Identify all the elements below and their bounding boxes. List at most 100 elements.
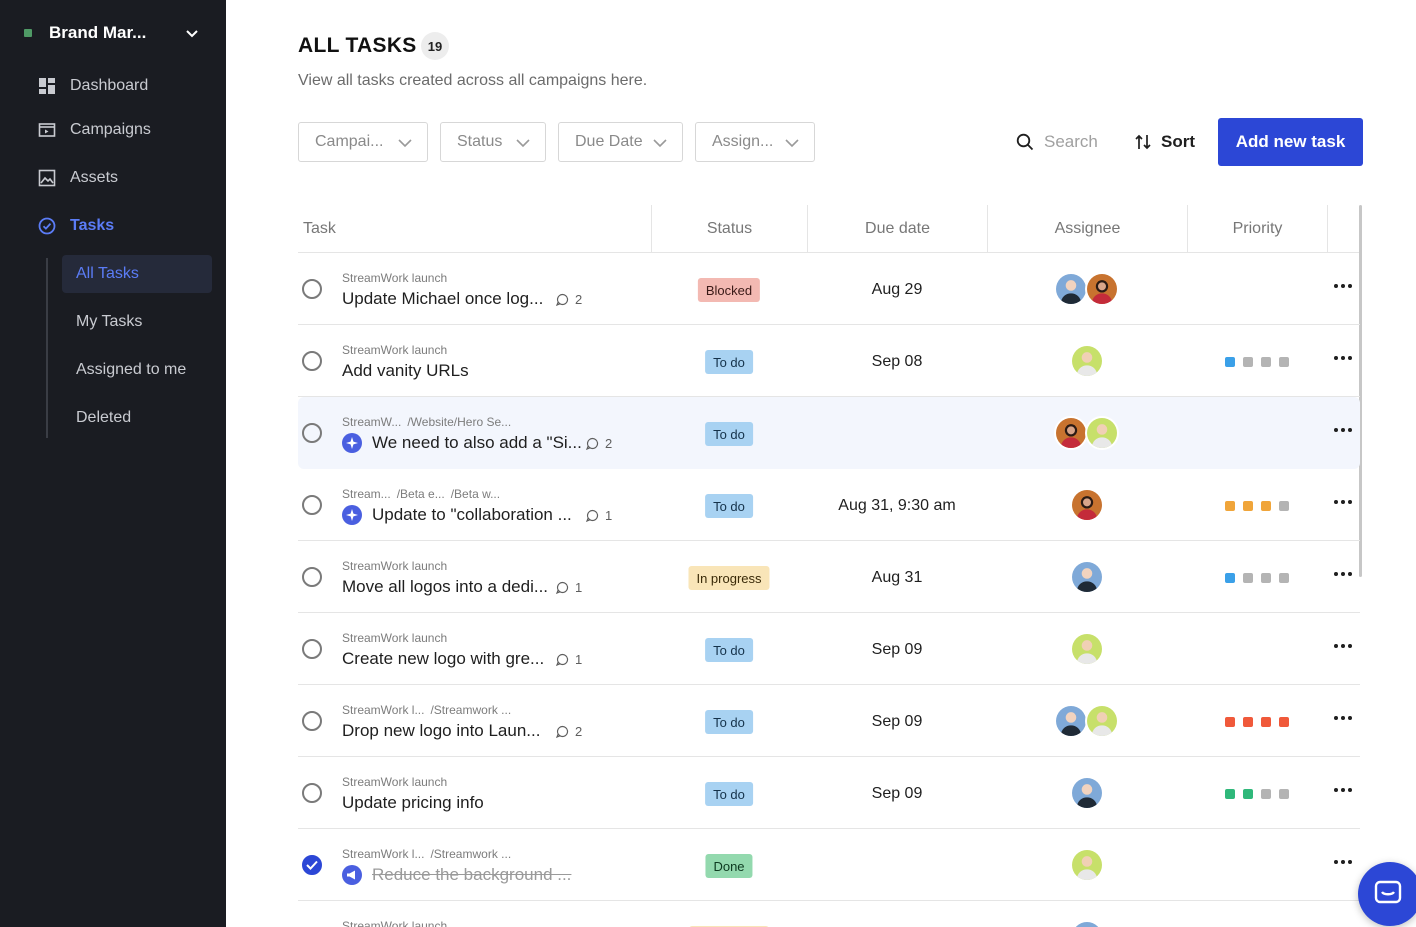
assignee-avatars[interactable]	[1054, 272, 1119, 306]
due-date[interactable]: Sep 09	[807, 638, 987, 662]
task-checkbox-checked[interactable]	[302, 855, 322, 875]
task-checkbox[interactable]	[302, 639, 322, 659]
task-checkbox[interactable]	[302, 423, 322, 443]
filter-label: Assign...	[712, 133, 774, 150]
task-title[interactable]: Create new logo with gre...	[342, 649, 544, 669]
column-header-assignee[interactable]: Assignee	[987, 205, 1187, 253]
assignee-avatars[interactable]	[1070, 632, 1104, 666]
due-date[interactable]: Aug 31, 9:30 am	[807, 494, 987, 518]
status-badge[interactable]: Blocked	[697, 278, 761, 302]
chat-launcher-button[interactable]	[1358, 862, 1416, 926]
more-options-icon[interactable]	[1332, 711, 1354, 725]
column-header-task[interactable]: Task	[303, 205, 651, 253]
task-title[interactable]: Drop new logo into Laun...	[342, 721, 540, 741]
task-checkbox[interactable]	[302, 711, 322, 731]
priority-indicator[interactable]	[1225, 717, 1297, 727]
task-checkbox[interactable]	[302, 279, 322, 299]
assignee-avatars[interactable]	[1070, 776, 1104, 810]
assignee-avatars[interactable]	[1070, 848, 1104, 882]
table-row[interactable]: StreamWork launch Update pricing info To…	[298, 757, 1360, 829]
assignee-avatars[interactable]	[1054, 416, 1119, 450]
table-row[interactable]: StreamW.../Website/Hero Se... We need to…	[298, 397, 1360, 469]
table-row[interactable]: Stream.../Beta e.../Beta w... Update to …	[298, 469, 1360, 541]
nav-item-dashboard[interactable]: Dashboard	[38, 72, 148, 100]
filter-assignee[interactable]: Assign...	[695, 122, 815, 162]
task-title[interactable]: We need to also add a "Si...	[342, 433, 582, 453]
due-date[interactable]: Sep 08	[807, 350, 987, 374]
task-breadcrumb: StreamWork launch	[342, 775, 448, 789]
due-date[interactable]	[807, 854, 987, 878]
more-options-icon[interactable]	[1332, 495, 1354, 509]
more-options-icon[interactable]	[1332, 423, 1354, 437]
subtask-icon	[342, 505, 362, 525]
nav-item-tasks[interactable]: Tasks	[38, 212, 114, 240]
more-options-icon[interactable]	[1332, 279, 1354, 293]
filter-status[interactable]: Status	[440, 122, 546, 162]
filter-campaign[interactable]: Campai...	[298, 122, 428, 162]
priority-indicator[interactable]	[1225, 573, 1297, 583]
chat-bubble-icon	[1374, 880, 1402, 904]
status-badge[interactable]: To do	[705, 494, 753, 518]
comment-count: 2	[556, 292, 582, 307]
assignee-avatars[interactable]	[1070, 344, 1104, 378]
status-badge[interactable]: Done	[705, 854, 753, 878]
column-header-priority[interactable]: Priority	[1187, 205, 1327, 253]
task-title[interactable]: Update pricing info	[342, 793, 484, 813]
task-title[interactable]: Update to "collaboration ...	[342, 505, 572, 525]
filter-label: Campai...	[315, 133, 384, 150]
due-date[interactable]: Sep 09	[807, 710, 987, 734]
due-date[interactable]: Aug 29	[807, 278, 987, 302]
add-new-task-button[interactable]: Add new task	[1218, 118, 1363, 166]
task-checkbox[interactable]	[302, 567, 322, 587]
assignee-avatars[interactable]	[1054, 704, 1119, 738]
more-options-icon[interactable]	[1332, 639, 1354, 653]
status-badge[interactable]: To do	[705, 350, 753, 374]
status-badge[interactable]: To do	[705, 782, 753, 806]
more-options-icon[interactable]	[1332, 855, 1354, 869]
status-badge[interactable]: In progress	[688, 566, 770, 590]
table-row[interactable]: StreamWork launch Create new logo with g…	[298, 613, 1360, 685]
table-row[interactable]: StreamWork l.../Streamwork ... Reduce th…	[298, 829, 1360, 901]
column-header-status[interactable]: Status	[651, 205, 807, 253]
more-options-icon[interactable]	[1332, 783, 1354, 797]
task-checkbox[interactable]	[302, 351, 322, 371]
nav-item-assets[interactable]: Assets	[38, 164, 118, 192]
task-count-badge: 19	[421, 32, 449, 60]
status-badge[interactable]: To do	[705, 422, 753, 446]
priority-indicator[interactable]	[1225, 501, 1297, 511]
status-badge[interactable]: To do	[705, 638, 753, 662]
assignee-avatars[interactable]	[1070, 560, 1104, 594]
task-title[interactable]: Reduce the background ...	[342, 865, 571, 885]
sort-button[interactable]: Sort	[1134, 128, 1195, 156]
column-header-due-date[interactable]: Due date	[807, 205, 987, 253]
task-title[interactable]: Move all logos into a dedi...	[342, 577, 548, 597]
more-options-icon[interactable]	[1332, 567, 1354, 581]
task-checkbox[interactable]	[302, 783, 322, 803]
due-date[interactable]: Aug 31	[807, 566, 987, 590]
assignee-avatars[interactable]	[1070, 488, 1104, 522]
due-date[interactable]: Sep 09	[807, 782, 987, 806]
priority-indicator[interactable]	[1225, 789, 1297, 799]
table-row[interactable]: StreamWork l.../Streamwork ... Drop new …	[298, 685, 1360, 757]
subnav-item-my-tasks[interactable]: My Tasks	[62, 303, 212, 341]
task-title[interactable]: Update Michael once log...	[342, 289, 543, 309]
checkmark-icon	[306, 860, 318, 870]
task-title[interactable]: Add vanity URLs	[342, 361, 469, 381]
subnav-item-all-tasks[interactable]: All Tasks	[62, 255, 212, 293]
status-badge[interactable]: To do	[705, 710, 753, 734]
subnav-item-assigned-to-me[interactable]: Assigned to me	[62, 351, 212, 389]
nav-item-campaigns[interactable]: Campaigns	[38, 116, 151, 144]
search-input[interactable]: Search	[1016, 128, 1098, 156]
assignee-avatars[interactable]	[1070, 920, 1104, 927]
subnav-item-deleted[interactable]: Deleted	[62, 399, 212, 437]
due-date[interactable]	[807, 422, 987, 446]
table-row[interactable]: StreamWork launch Update Michael once lo…	[298, 253, 1360, 325]
table-row[interactable]: StreamWork launch Add vanity URLs To do …	[298, 325, 1360, 397]
more-options-icon[interactable]	[1332, 351, 1354, 365]
priority-indicator[interactable]	[1225, 357, 1297, 367]
table-row[interactable]: StreamWork launch	[298, 901, 1360, 927]
table-row[interactable]: StreamWork launch Move all logos into a …	[298, 541, 1360, 613]
task-checkbox[interactable]	[302, 495, 322, 515]
filter-due-date[interactable]: Due Date	[558, 122, 683, 162]
workspace-switcher[interactable]: Brand Mar...	[24, 20, 200, 46]
